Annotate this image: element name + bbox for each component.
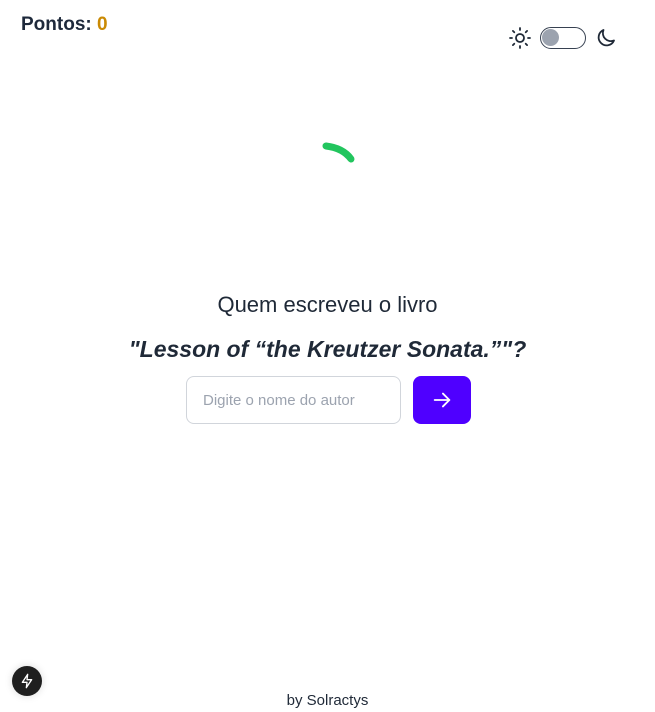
submit-button[interactable] [413,376,471,424]
theme-switch[interactable] [508,26,618,50]
book-title: "Lesson of “the Kreutzer Sonata.”"? [128,336,527,362]
question-prompt: Quem escreveu o livro [217,292,438,317]
author-input[interactable] [186,376,401,424]
theme-toggle[interactable] [540,27,586,49]
score-label: Pontos: [21,14,92,35]
bolt-badge[interactable] [12,666,42,696]
spinner-icon [322,142,355,163]
toggle-knob [542,29,559,46]
arrow-right-icon [433,392,451,408]
sun-icon [509,27,531,49]
bolt-icon [21,673,33,689]
score-display: Pontos: 0 [21,14,108,36]
moon-icon [597,29,615,47]
score-value: 0 [97,14,108,35]
footer-credit: by Solractys [286,692,369,709]
